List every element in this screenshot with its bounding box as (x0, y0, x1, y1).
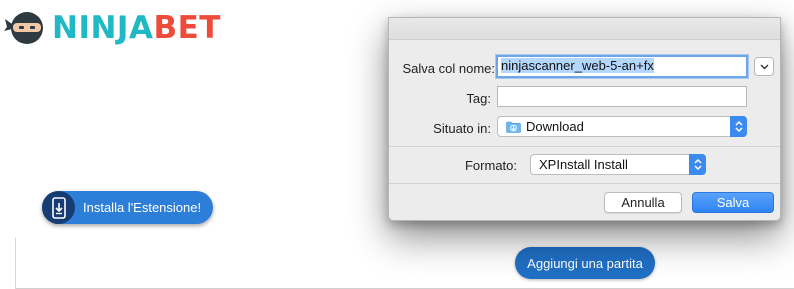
updown-chevron-icon (730, 116, 747, 137)
install-extension-button[interactable]: Installa l'Estensione! (42, 191, 213, 224)
logo-wordmark: NINJABET (52, 6, 221, 50)
save-button[interactable]: Salva (692, 192, 774, 213)
logo-text-bet: BET (153, 10, 221, 46)
location-select[interactable]: Download (497, 116, 747, 137)
dialog-divider (389, 146, 780, 147)
location-value: Download (526, 119, 584, 134)
download-phone-icon (42, 191, 75, 224)
cancel-button[interactable]: Annulla (604, 192, 682, 213)
tag-input[interactable] (497, 86, 747, 107)
logo-text-ninja: NINJA (52, 10, 154, 46)
install-extension-label: Installa l'Estensione! (83, 200, 202, 215)
dialog-titlebar (389, 18, 780, 40)
dialog-divider (389, 183, 780, 184)
save-as-label: Salva col nome: (402, 61, 496, 76)
filename-input[interactable]: ninjascanner_web-5-an+fx (496, 55, 748, 78)
download-folder-icon (506, 121, 521, 133)
format-value: XPInstall Install (539, 157, 628, 172)
ninjabet-logo[interactable]: NINJABET (4, 6, 221, 50)
filename-selected-text: ninjascanner_web-5-an+fx (501, 58, 654, 73)
chevron-down-icon (760, 64, 768, 69)
ninja-mascot-icon (4, 6, 48, 50)
tag-label: Tag: (466, 91, 491, 106)
save-dialog: Salva col nome: ninjascanner_web-5-an+fx… (388, 17, 781, 221)
content-panel (15, 238, 794, 289)
format-label: Formato: (464, 158, 517, 173)
add-match-button[interactable]: Aggiungi una partita (515, 247, 655, 279)
format-select[interactable]: XPInstall Install (530, 154, 706, 175)
location-label: Situato in: (433, 121, 491, 136)
expand-dialog-button[interactable] (754, 57, 774, 76)
updown-chevron-icon (689, 154, 706, 175)
